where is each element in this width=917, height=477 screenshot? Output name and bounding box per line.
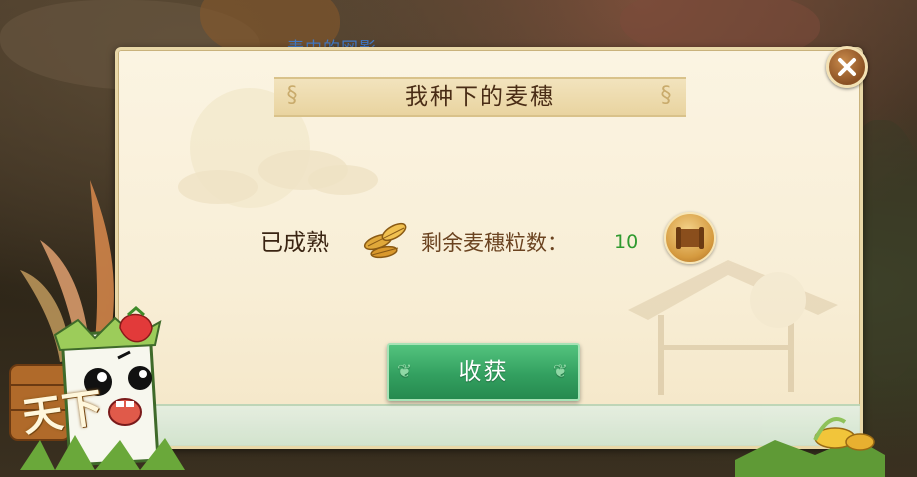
button-curl-right-icon: ❦ bbox=[552, 361, 570, 382]
remaining-grains-value: 10 bbox=[614, 231, 639, 253]
decor-cloud bbox=[308, 165, 378, 195]
close-button[interactable] bbox=[826, 46, 868, 88]
banner-curl-right-icon: § bbox=[660, 83, 674, 108]
button-curl-left-icon: ❦ bbox=[397, 361, 415, 382]
remaining-grains-label: 剩余麦穗粒数： bbox=[421, 231, 568, 255]
banner-curl-left-icon: § bbox=[286, 83, 300, 108]
wheat-grain-icon bbox=[363, 222, 407, 259]
ripeness-status: 已成熟 bbox=[260, 230, 329, 256]
harvest-button[interactable]: ❦ 收获 ❦ bbox=[387, 343, 580, 401]
dialog-title-banner: § 我种下的麦穗 § bbox=[274, 77, 686, 117]
game-logo: 天下 bbox=[19, 383, 106, 442]
harvest-button-label: 收获 bbox=[458, 359, 509, 385]
scroll-info-button[interactable] bbox=[664, 212, 716, 264]
scroll-icon bbox=[676, 227, 704, 249]
corn-decor-icon bbox=[735, 417, 885, 477]
dialog-title: 我种下的麦穗 bbox=[405, 84, 555, 110]
decor-hut bbox=[628, 260, 838, 395]
close-icon bbox=[838, 58, 856, 76]
